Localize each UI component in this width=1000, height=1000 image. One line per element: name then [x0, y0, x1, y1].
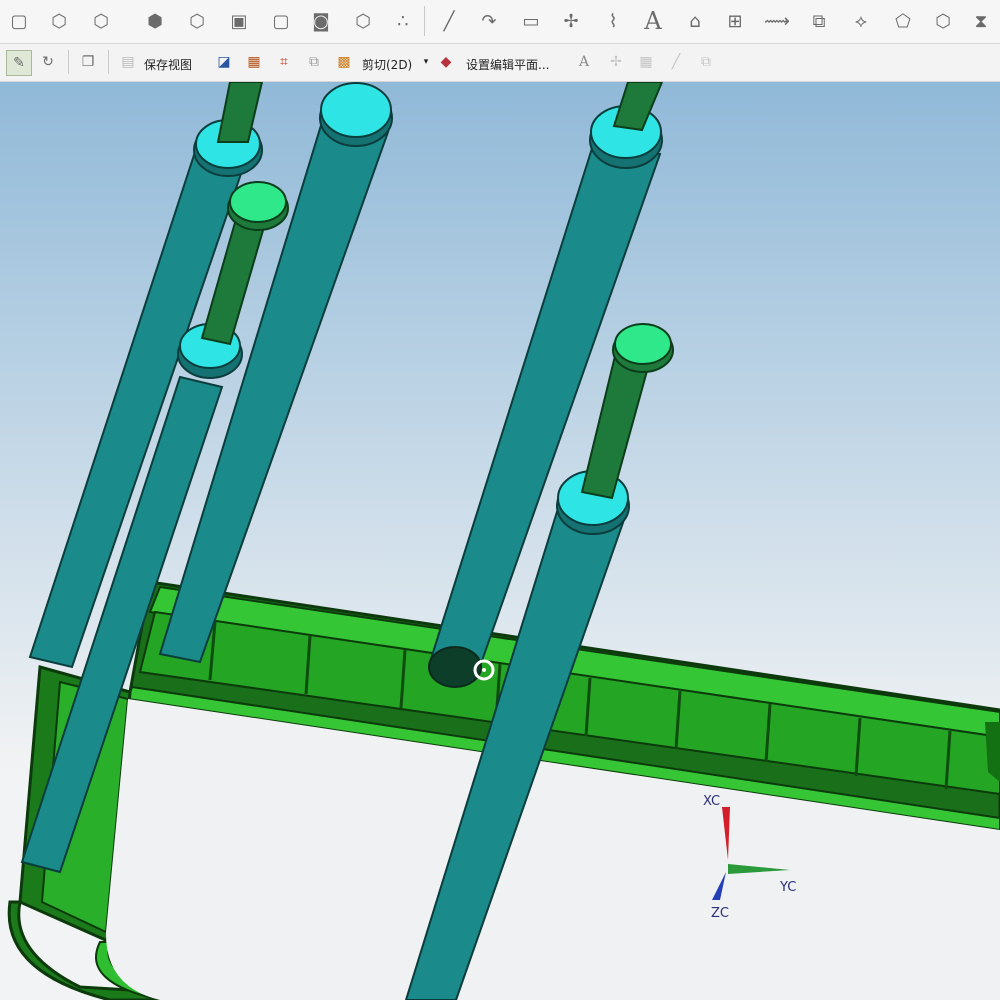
line-tool-icon[interactable]: ╱ — [664, 50, 688, 74]
region-label[interactable]: 剪切(2D) — [362, 56, 412, 73]
toolbar-separator — [108, 50, 109, 74]
cube-view-icon[interactable]: ▢ — [4, 6, 34, 36]
lock-icon[interactable]: ⌂ — [680, 6, 710, 36]
toolbar-edit: ✎ ↻ ❐ ▤ 保存视图 ◪ ▦ ⌗ ⧉ ▩ 剪切(2D) ▾ ◆ 设置编辑平面… — [0, 44, 1000, 82]
mirror-icon[interactable]: ⊞ — [720, 6, 750, 36]
toolbar-separator — [68, 50, 69, 74]
render-style-icon[interactable]: ∴ — [388, 6, 418, 36]
offset-icon[interactable]: ⟡ — [846, 6, 876, 36]
xc-axis-label: XC — [703, 794, 721, 809]
model-scene — [0, 82, 1000, 1000]
text-icon[interactable]: A — [638, 6, 668, 36]
top-view-icon[interactable]: ⬡ — [44, 6, 74, 36]
right-view-icon[interactable]: ⬢ — [140, 6, 170, 36]
save-view-icon[interactable]: ▤ — [116, 50, 140, 74]
transform-icon[interactable]: ⟿ — [762, 6, 792, 36]
refresh-view-icon[interactable]: ↻ — [36, 50, 60, 74]
section-icon[interactable]: ⧉ — [302, 50, 326, 74]
point-set-icon[interactable]: ✢ — [556, 6, 586, 36]
plane-icon[interactable]: ◆ — [434, 50, 458, 74]
camera-icon[interactable]: ◪ — [212, 50, 236, 74]
extend-icon[interactable]: ⬠ — [888, 6, 918, 36]
trim-icon[interactable]: ⬡ — [928, 6, 958, 36]
bottom-view-icon[interactable]: ◙ — [306, 6, 336, 36]
toolbar-view: ▢ ⬡ ⬡ ⬢ ⬡ ▣ ▢ ◙ ⬡ ∴ ╱ ↷ ▭ ✢ ⌇ A ⌂ ⊞ ⟿ ⧉ … — [0, 0, 1000, 44]
yc-axis-label: YC — [780, 880, 797, 895]
sketch-mode-icon[interactable]: ✎ — [6, 50, 32, 76]
back-view-icon[interactable]: ▢ — [266, 6, 296, 36]
line-icon[interactable]: ╱ — [434, 6, 464, 36]
curve-icon[interactable]: ⌇ — [598, 6, 628, 36]
copy-icon[interactable]: ❐ — [76, 50, 100, 74]
arc-icon[interactable]: ↷ — [474, 6, 504, 36]
grid-icon[interactable]: ▦ — [242, 50, 266, 74]
front-view-icon[interactable]: ⬡ — [86, 6, 116, 36]
shaded-view-icon[interactable]: ⬡ — [348, 6, 378, 36]
toolbar-separator — [424, 6, 425, 36]
split-icon[interactable]: ⧗ — [966, 6, 996, 36]
left-view-icon[interactable]: ▣ — [224, 6, 254, 36]
rectangle-icon[interactable]: ▭ — [516, 6, 546, 36]
graphics-viewport[interactable]: XC YC ZC — [0, 82, 1000, 1000]
set-plane-label[interactable]: 设置编辑平面... — [466, 56, 549, 73]
table-icon[interactable]: ▦ — [634, 50, 658, 74]
zc-axis-label: ZC — [711, 906, 729, 921]
iso-view-icon[interactable]: ⬡ — [182, 6, 212, 36]
layer-icon[interactable]: ⧉ — [694, 50, 718, 74]
pin-icon[interactable]: ✢ — [604, 50, 628, 74]
annotation-text-icon[interactable]: A — [572, 50, 596, 74]
save-view-label[interactable]: 保存视图 — [144, 56, 192, 73]
bridge-icon[interactable]: ⧉ — [804, 6, 834, 36]
region-icon[interactable]: ▩ — [332, 50, 356, 74]
clip-icon[interactable]: ⌗ — [272, 50, 296, 74]
